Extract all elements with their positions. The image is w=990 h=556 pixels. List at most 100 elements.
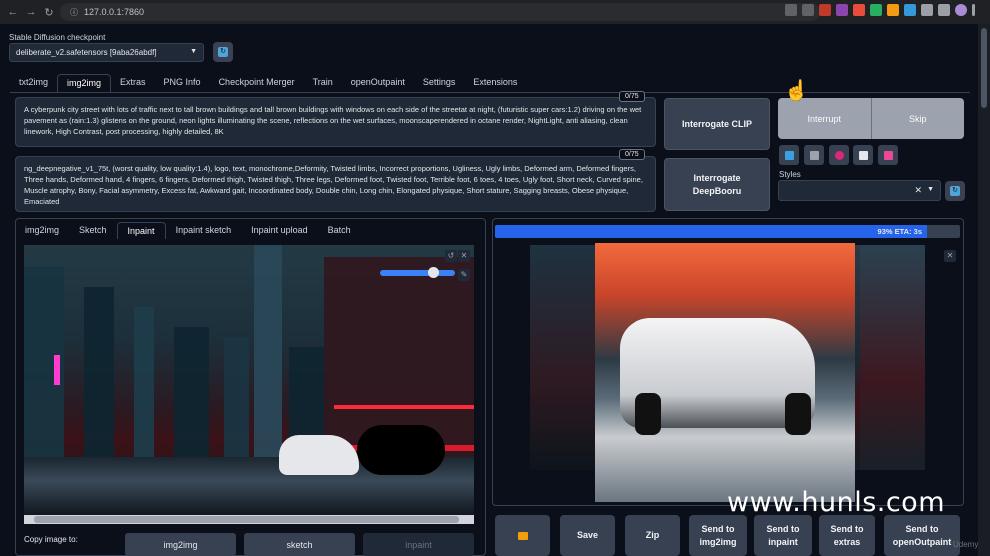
save-button[interactable]: Save — [560, 515, 615, 556]
input-image — [24, 245, 474, 517]
interrupt-skip-group: Interrupt Skip — [778, 98, 964, 139]
slider-knob[interactable] — [428, 267, 439, 278]
tab-openoutpaint[interactable]: openOutpaint — [342, 74, 414, 92]
reload-icon[interactable]: ↻ — [40, 6, 58, 19]
checkpoint-label: Stable Diffusion checkpoint — [9, 33, 106, 42]
send-to-openoutpaint-button[interactable]: Send to openOutpaint — [884, 515, 960, 556]
chevron-down-icon: ▼ — [190, 48, 197, 55]
interrogate-clip-button[interactable]: Interrogate CLIP — [664, 98, 770, 150]
send-to-img2img-button[interactable]: Send to img2img — [689, 515, 747, 556]
tab-sketch[interactable]: Sketch — [69, 222, 117, 239]
tab-train[interactable]: Train — [304, 74, 342, 92]
refresh-styles-button[interactable]: ↻ — [945, 181, 965, 201]
avatar[interactable] — [955, 4, 967, 16]
back-icon[interactable]: ← — [4, 6, 22, 18]
refresh-checkpoint-button[interactable]: ↻ — [213, 42, 233, 62]
save-icon — [883, 150, 893, 160]
mouse-cursor-icon: ☝ — [784, 80, 809, 102]
negative-prompt-input[interactable]: ng_deepnegative_v1_75t, (worst quality, … — [15, 156, 656, 212]
send-label: Send to — [701, 523, 735, 534]
inpaint-mask — [357, 425, 445, 475]
refresh-icon: ↻ — [950, 186, 960, 196]
checkpoint-select[interactable]: deliberate_v2.safetensors [9aba26abdf] ▼ — [9, 43, 204, 62]
open-folder-button[interactable] — [495, 515, 550, 556]
url-text: 127.0.0.1:7860 — [84, 7, 145, 17]
tab-settings[interactable]: Settings — [414, 74, 465, 92]
close-icon[interactable]: ✕ — [458, 250, 470, 262]
copy-to-sketch-button[interactable]: sketch — [244, 533, 355, 556]
inpaint-canvas[interactable] — [24, 245, 474, 517]
tab-extensions[interactable]: Extensions — [464, 74, 526, 92]
extension-icon[interactable] — [819, 4, 831, 16]
extension-icon[interactable] — [836, 4, 848, 16]
tab-inpaint-upload[interactable]: Inpaint upload — [241, 222, 318, 239]
extension-icon[interactable] — [887, 4, 899, 16]
styles-label: Styles — [779, 170, 801, 179]
car-shape — [279, 435, 359, 475]
refresh-icon: ↻ — [218, 47, 228, 57]
scrollbar-thumb[interactable] — [981, 28, 987, 108]
tab-img2img-sub[interactable]: img2img — [15, 222, 69, 239]
tab-png-info[interactable]: PNG Info — [155, 74, 210, 92]
clear-prompt-button[interactable] — [804, 145, 824, 165]
arrow-icon — [784, 150, 794, 160]
watermark: www.hunls.com — [727, 487, 946, 518]
live-preview-right — [860, 245, 925, 470]
chevron-down-icon: ▼ — [927, 186, 934, 193]
copy-to-img2img-button[interactable]: img2img — [125, 533, 236, 556]
img2img-sub-tabs: img2img Sketch Inpaint Inpaint sketch In… — [15, 222, 361, 239]
tab-extras[interactable]: Extras — [111, 74, 155, 92]
canvas-scrollbar[interactable] — [24, 515, 474, 524]
interrogate-deepbooru-button[interactable]: Interrogate DeepBooru — [664, 158, 770, 211]
tab-batch[interactable]: Batch — [318, 222, 361, 239]
extension-icon[interactable] — [853, 4, 865, 16]
send-target: inpaint — [768, 536, 798, 547]
sidebar-icon[interactable] — [938, 4, 950, 16]
send-target: extras — [833, 536, 861, 547]
menu-icon[interactable] — [972, 4, 975, 16]
brush-size-slider[interactable] — [380, 267, 455, 278]
tab-checkpoint-merger[interactable]: Checkpoint Merger — [210, 74, 304, 92]
brush-icon[interactable]: ✎ — [458, 269, 470, 281]
card-icon — [834, 150, 844, 160]
puzzle-icon[interactable] — [921, 4, 933, 16]
address-bar[interactable]: ⓘ 127.0.0.1:7860 — [60, 3, 820, 21]
tabs-divider — [10, 92, 970, 93]
prompt-token-counter: 0/75 — [619, 91, 645, 102]
extension-icon[interactable] — [870, 4, 882, 16]
styles-select[interactable]: ✕ ▼ — [778, 180, 941, 201]
tab-inpaint-sketch[interactable]: Inpaint sketch — [166, 222, 242, 239]
page-scrollbar[interactable] — [978, 24, 990, 556]
tab-txt2img[interactable]: txt2img — [10, 74, 57, 92]
scrollbar-thumb[interactable] — [34, 516, 459, 523]
extension-icon[interactable] — [904, 4, 916, 16]
send-target: openOutpaint — [892, 536, 952, 547]
send-to-inpaint-button[interactable]: Send to inpaint — [754, 515, 812, 556]
interrupt-button[interactable]: Interrupt — [778, 98, 872, 139]
tab-img2img[interactable]: img2img — [57, 74, 112, 92]
interrogate-deepbooru-label-2: DeepBooru — [692, 185, 742, 196]
main-tabs: txt2img img2img Extras PNG Info Checkpoi… — [10, 74, 526, 92]
progress-fill — [495, 225, 928, 238]
undo-icon[interactable]: ↺ — [445, 250, 457, 262]
paste-params-button[interactable] — [779, 145, 799, 165]
info-icon[interactable]: ⓘ — [70, 7, 78, 18]
tab-inpaint[interactable]: Inpaint — [116, 222, 166, 239]
prompt-input[interactable]: A cyberpunk city street with lots of tra… — [15, 97, 656, 147]
close-icon[interactable]: ✕ — [944, 250, 956, 262]
send-to-extras-button[interactable]: Send to extras — [819, 515, 875, 556]
clear-icon[interactable]: ✕ — [914, 185, 922, 196]
star-icon[interactable] — [802, 4, 814, 16]
trash-icon — [809, 150, 819, 160]
copy-to-inpaint-button[interactable]: inpaint — [363, 533, 474, 556]
forward-icon[interactable]: → — [22, 6, 40, 18]
save-style-button[interactable] — [878, 145, 898, 165]
share-icon[interactable] — [785, 4, 797, 16]
apply-style-button[interactable] — [853, 145, 873, 165]
zip-button[interactable]: Zip — [625, 515, 680, 556]
extra-networks-button[interactable] — [829, 145, 849, 165]
skip-button[interactable]: Skip — [871, 98, 964, 139]
car-preview-image — [595, 243, 855, 502]
interrogate-deepbooru-label-1: Interrogate — [693, 172, 741, 183]
progress-text: 93% ETA: 3s — [877, 227, 922, 236]
